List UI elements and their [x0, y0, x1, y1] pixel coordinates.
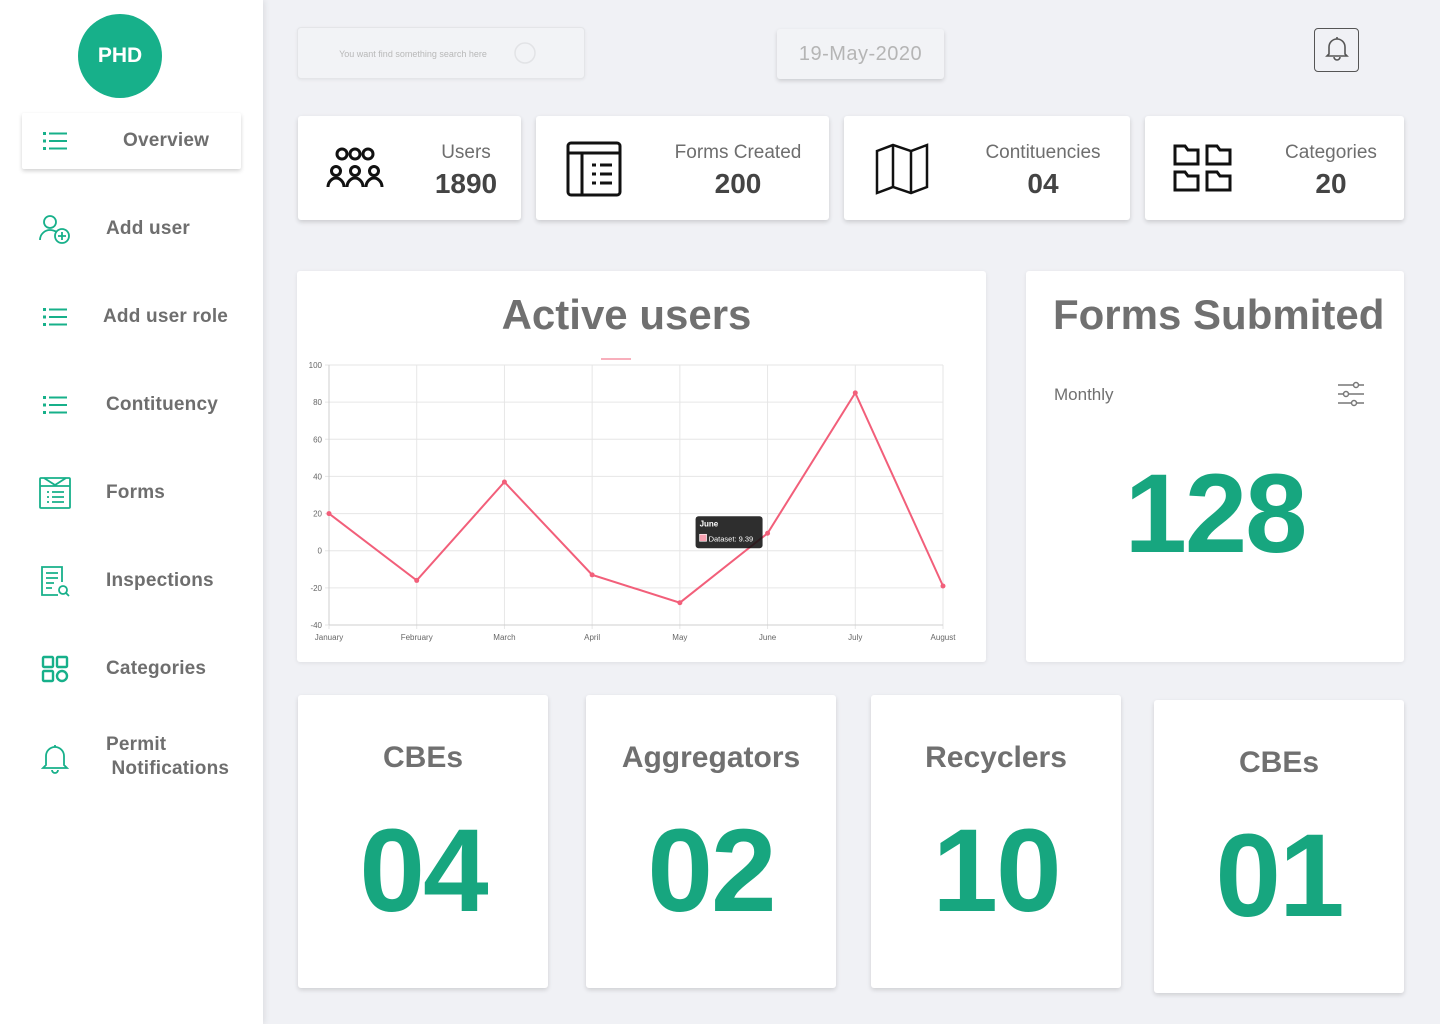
summary-value: 01 — [1215, 810, 1344, 942]
y-tick-label: 60 — [313, 435, 322, 444]
list-icon — [38, 300, 72, 334]
forms-period-label: Monthly — [1054, 385, 1114, 404]
forms-submitted-card: Forms Submited Monthly 128 — [1026, 271, 1404, 662]
sidebar-item-inspections[interactable]: Inspections — [22, 553, 241, 609]
summary-title: Recyclers — [925, 741, 1067, 774]
active-users-card: Active users 100 80 60 40 20 0 -20 -40 January Fe… — [297, 271, 986, 662]
sidebar-item-add-user[interactable]: Add user — [22, 201, 241, 257]
tooltip-label: Dataset: 9.39 — [709, 534, 754, 543]
list-icon — [38, 388, 72, 422]
date-display[interactable]: 19-May-2020 — [777, 29, 944, 79]
data-point — [852, 390, 858, 396]
search-icon[interactable] — [513, 41, 537, 70]
summary-title: CBEs — [382, 741, 464, 774]
data-point — [589, 572, 595, 578]
tooltip-title: June — [700, 519, 719, 528]
data-point — [501, 479, 507, 485]
categories-icon — [38, 652, 72, 686]
sidebar-item-label: Categories — [106, 658, 207, 679]
y-tick-label: -40 — [310, 621, 322, 630]
add-user-icon — [38, 212, 72, 246]
summary-card-cbes[interactable]: CBEs 04 — [298, 695, 548, 988]
summary-title: Aggregators — [621, 741, 801, 774]
sidebar-item-permit-notifications[interactable]: Permit Notifications — [22, 729, 241, 787]
stat-card-forms-created[interactable]: Forms Created 200 — [536, 116, 829, 220]
list-icon — [38, 124, 72, 158]
x-tick-label: June — [759, 633, 777, 642]
bell-icon — [38, 741, 72, 775]
summary-title: CBEs — [1238, 746, 1320, 779]
sidebar-item-label: Inspections — [106, 570, 214, 591]
map-icon — [875, 143, 929, 200]
data-point — [765, 530, 771, 536]
x-tick-label: July — [848, 633, 862, 642]
stat-value: 04 — [1027, 168, 1059, 199]
sidebar-item-label: Contituency — [106, 394, 218, 415]
data-point — [326, 511, 332, 517]
tooltip-swatch — [699, 533, 707, 542]
summary-value: 04 — [359, 805, 488, 937]
stat-value: 1890 — [434, 168, 498, 199]
sidebar-item-add-user-role[interactable]: Add user role — [22, 289, 241, 345]
sidebar-item-overview[interactable]: Overview — [22, 113, 241, 169]
sidebar-item-label: Add user — [106, 218, 190, 239]
sidebar-item-label: Overview — [123, 130, 210, 151]
forms-submitted-title: Forms Submited — [1053, 291, 1385, 338]
stat-card-categories[interactable]: Categories 20 — [1145, 116, 1404, 220]
data-point — [677, 600, 683, 606]
sidebar-item-label-line2: Notifications — [111, 758, 230, 779]
categories-icon — [1173, 142, 1233, 199]
inspection-icon — [38, 564, 72, 598]
summary-card-recyclers[interactable]: Recyclers 10 — [871, 695, 1121, 988]
sidebar-item-contituency[interactable]: Contituency — [22, 377, 241, 433]
stat-label: Contituencies — [985, 142, 1101, 163]
notification-button[interactable] — [1314, 28, 1359, 72]
x-tick-label: February — [401, 633, 433, 642]
stat-card-users[interactable]: Users 1890 — [298, 116, 521, 220]
sidebar-item-categories[interactable]: Categories — [22, 641, 241, 697]
stat-label: Users — [441, 142, 491, 163]
sidebar-item-label: Permit Notifications — [106, 733, 229, 781]
summary-card-cbes-2[interactable]: CBEs 01 — [1154, 700, 1404, 993]
search-bar — [297, 27, 585, 79]
sidebar-item-label: Forms — [106, 482, 166, 503]
x-tick-label: May — [672, 633, 687, 642]
x-tick-label: April — [584, 633, 600, 642]
series-line — [328, 390, 944, 604]
sidebar: PHD Overview Add user Add user role Cont… — [0, 0, 263, 1024]
users-group-icon — [326, 146, 384, 195]
stat-label: Forms Created — [674, 142, 802, 163]
x-tick-label: March — [493, 633, 515, 642]
y-tick-label: 20 — [313, 510, 322, 519]
x-tick-label: January — [315, 633, 343, 642]
y-tick-label: 0 — [318, 547, 323, 556]
form-icon — [38, 476, 72, 510]
search-input[interactable] — [308, 40, 518, 68]
data-point — [940, 583, 946, 589]
x-tick-label: August — [931, 633, 957, 642]
y-tick-label: 40 — [313, 472, 322, 481]
table-icon — [566, 141, 622, 202]
stat-value: 20 — [1315, 168, 1347, 199]
logo[interactable]: PHD — [78, 14, 162, 98]
summary-value: 10 — [932, 805, 1061, 937]
forms-submitted-value: 128 — [1124, 451, 1308, 576]
data-point — [414, 577, 420, 583]
bell-icon — [1324, 35, 1349, 66]
y-tick-label: 100 — [309, 361, 323, 370]
stat-value: 200 — [714, 168, 762, 199]
sidebar-item-forms[interactable]: Forms — [22, 465, 241, 521]
filter-icon[interactable] — [1336, 381, 1366, 412]
summary-card-aggregators[interactable]: Aggregators 02 — [586, 695, 836, 988]
stat-label: Categories — [1285, 142, 1377, 163]
active-users-chart: 100 80 60 40 20 0 -20 -40 January February March Ap… — [309, 358, 957, 642]
y-tick-label: -20 — [310, 584, 322, 593]
stat-card-contituencies[interactable]: Contituencies 04 — [844, 116, 1130, 220]
sidebar-item-label-line1: Permit — [106, 734, 167, 755]
summary-value: 02 — [647, 805, 776, 937]
y-tick-label: 80 — [313, 398, 322, 407]
sidebar-item-label: Add user role — [103, 306, 229, 327]
